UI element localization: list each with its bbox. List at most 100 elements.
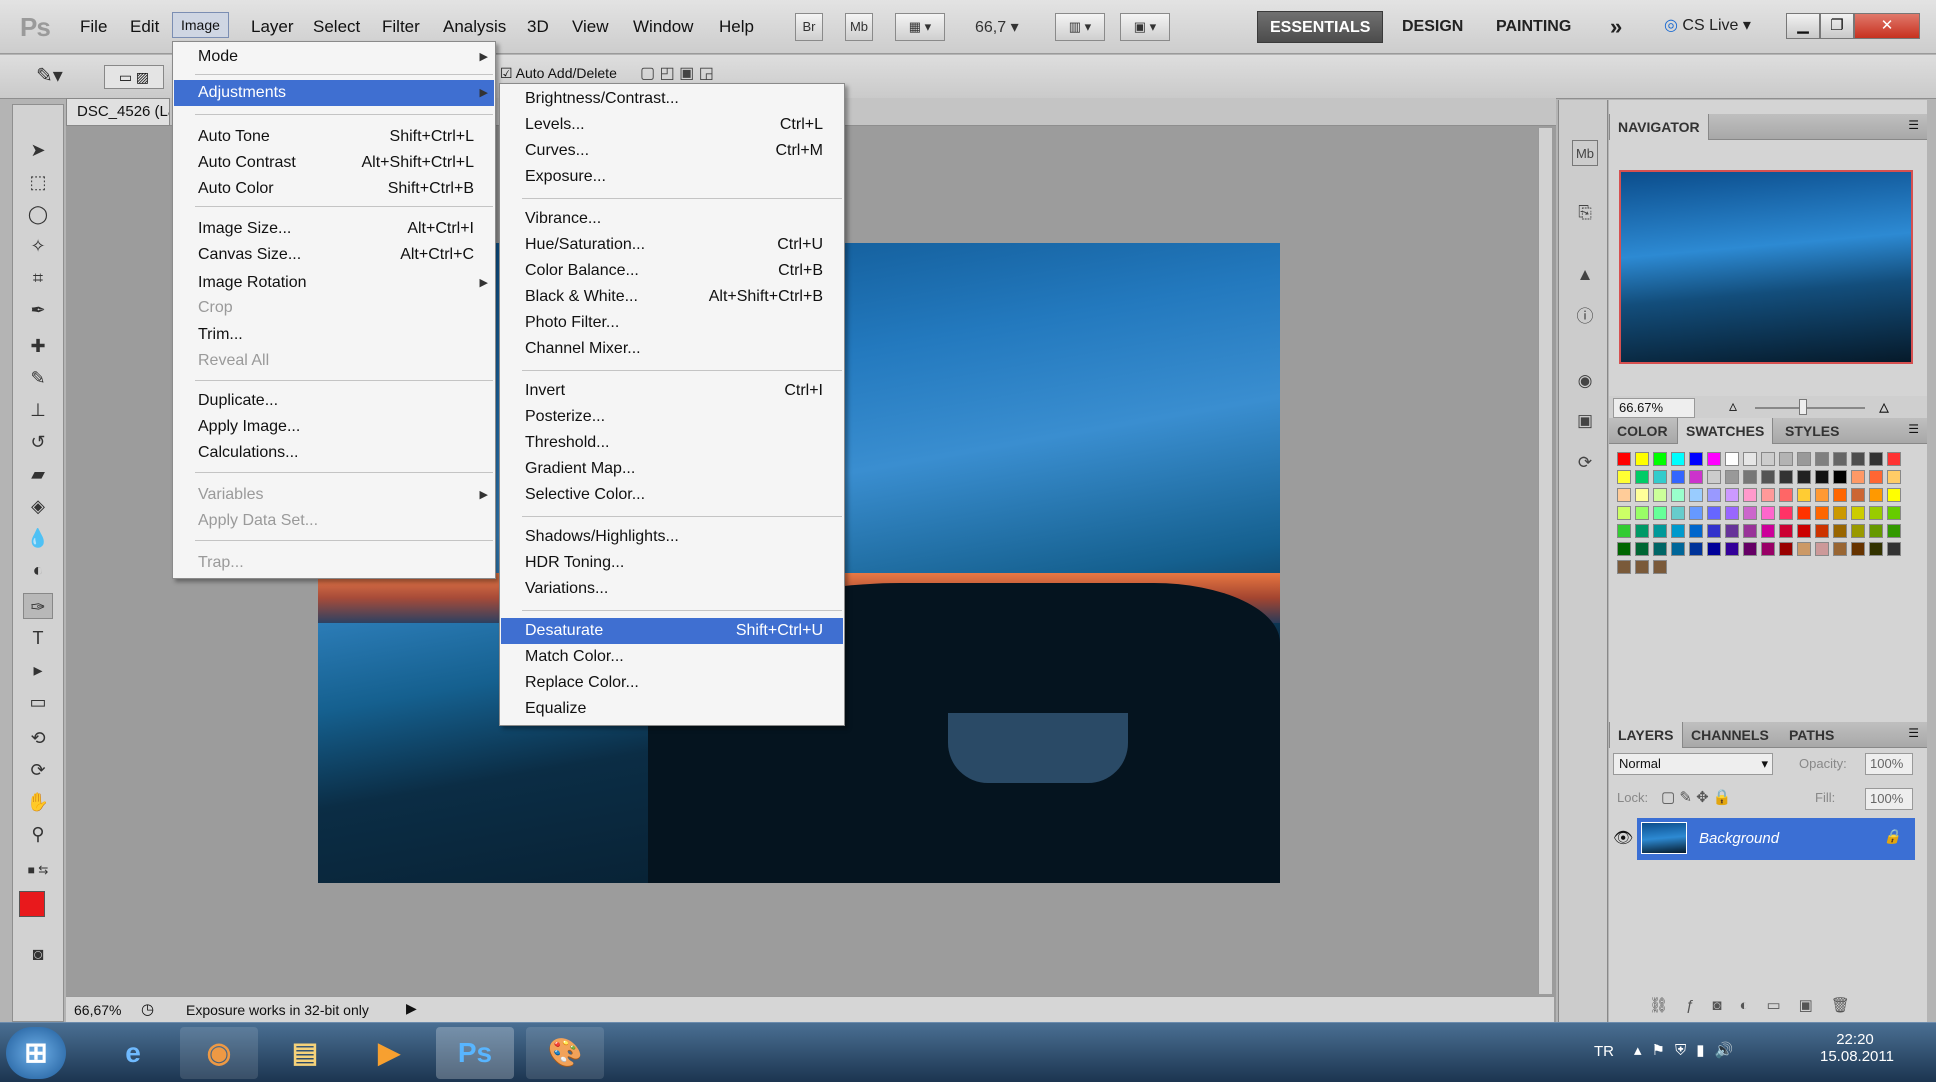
menu-item-canvas-size[interactable]: Canvas Size... Alt+Ctrl+C bbox=[174, 242, 494, 268]
healing-brush-tool-icon[interactable]: ✚ bbox=[23, 333, 53, 359]
swatch[interactable] bbox=[1635, 488, 1649, 502]
swatch[interactable] bbox=[1851, 452, 1865, 466]
swatch[interactable] bbox=[1833, 542, 1847, 556]
swatch[interactable] bbox=[1635, 542, 1649, 556]
menu-filter[interactable]: Filter bbox=[382, 17, 420, 37]
menu-item-photo-filter[interactable]: Photo Filter... bbox=[501, 310, 843, 336]
layer-row-background[interactable]: Background 🔒 bbox=[1637, 818, 1915, 860]
swatch[interactable] bbox=[1761, 542, 1775, 556]
screen-mode-icon[interactable]: ▣ ▾ bbox=[1120, 13, 1170, 41]
clone-stamp-tool-icon[interactable]: ⊥ bbox=[23, 397, 53, 423]
swatch[interactable] bbox=[1743, 470, 1757, 484]
swatch[interactable] bbox=[1779, 452, 1793, 466]
swatch[interactable] bbox=[1635, 506, 1649, 520]
zoom-slider-track[interactable] bbox=[1755, 407, 1865, 409]
swatch[interactable] bbox=[1815, 470, 1829, 484]
dodge-tool-icon[interactable]: ◐ bbox=[23, 557, 53, 583]
menu-item-channel-mixer[interactable]: Channel Mixer... bbox=[501, 336, 843, 362]
move-tool-icon[interactable]: ➤ bbox=[23, 137, 53, 163]
swatch[interactable] bbox=[1833, 452, 1847, 466]
menu-item-exposure[interactable]: Exposure... bbox=[501, 164, 843, 190]
swatch[interactable] bbox=[1671, 524, 1685, 538]
swatch[interactable] bbox=[1761, 524, 1775, 538]
swatch[interactable] bbox=[1725, 488, 1739, 502]
menu-edit[interactable]: Edit bbox=[130, 17, 159, 37]
swatch[interactable] bbox=[1707, 488, 1721, 502]
menu-help[interactable]: Help bbox=[719, 17, 754, 37]
menu-select[interactable]: Select bbox=[313, 17, 360, 37]
quick-mask-icon[interactable]: ◙ bbox=[23, 941, 53, 967]
menu-item-mode[interactable]: Mode ▶ bbox=[174, 44, 494, 70]
path-mode-icons[interactable]: ▭ ▨ bbox=[104, 65, 164, 89]
workspace-essentials[interactable]: ESSENTIALS bbox=[1257, 11, 1384, 43]
arrange-documents-icon[interactable]: ▥ ▾ bbox=[1055, 13, 1105, 41]
swatch[interactable] bbox=[1887, 488, 1901, 502]
type-tool-icon[interactable]: T bbox=[23, 625, 53, 651]
swatch[interactable] bbox=[1743, 452, 1757, 466]
menu-item-variations[interactable]: Variations... bbox=[501, 576, 843, 602]
swatch[interactable] bbox=[1887, 452, 1901, 466]
swatch[interactable] bbox=[1887, 470, 1901, 484]
swatch[interactable] bbox=[1707, 470, 1721, 484]
swatch[interactable] bbox=[1869, 452, 1883, 466]
menu-item-equalize[interactable]: Equalize bbox=[501, 696, 843, 722]
swatch[interactable] bbox=[1689, 452, 1703, 466]
menu-item-duplicate[interactable]: Duplicate... bbox=[174, 388, 494, 414]
menu-item-auto-color[interactable]: Auto Color Shift+Ctrl+B bbox=[174, 176, 494, 202]
file-explorer-icon[interactable]: ▤ bbox=[266, 1027, 344, 1079]
swatch[interactable] bbox=[1761, 470, 1775, 484]
swatch[interactable] bbox=[1671, 470, 1685, 484]
lasso-tool-icon[interactable]: ◯ bbox=[23, 201, 53, 227]
zoom-level-select[interactable]: 66,7 ▾ bbox=[975, 17, 1019, 37]
swatch[interactable] bbox=[1671, 452, 1685, 466]
swatch[interactable] bbox=[1653, 470, 1667, 484]
panel-menu-icon[interactable]: ☰ bbox=[1908, 422, 1919, 436]
marquee-tool-icon[interactable]: ⬚ bbox=[23, 169, 53, 195]
swatch[interactable] bbox=[1797, 470, 1811, 484]
menu-item-invert[interactable]: Invert Ctrl+I bbox=[501, 378, 843, 404]
swatch[interactable] bbox=[1797, 542, 1811, 556]
swatch[interactable] bbox=[1815, 488, 1829, 502]
fill-input[interactable]: 100% bbox=[1865, 788, 1913, 810]
menu-item-auto-contrast[interactable]: Auto Contrast Alt+Shift+Ctrl+L bbox=[174, 150, 494, 176]
swatch[interactable] bbox=[1743, 524, 1757, 538]
3d-rotate-tool-icon[interactable]: ⟲ bbox=[23, 725, 53, 751]
swatch[interactable] bbox=[1707, 506, 1721, 520]
chrome-icon[interactable]: ◉ bbox=[180, 1027, 258, 1079]
zoom-slider-handle[interactable] bbox=[1799, 399, 1807, 415]
menu-window[interactable]: Window bbox=[633, 17, 693, 37]
mini-bridge-button[interactable]: Mb bbox=[845, 13, 873, 41]
menu-item-shadows-highlights[interactable]: Shadows/Highlights... bbox=[501, 524, 843, 550]
adjustments-icon[interactable]: ◉ bbox=[1572, 368, 1598, 394]
internet-explorer-icon[interactable]: e bbox=[94, 1027, 172, 1079]
view-extras-icon[interactable]: ▦ ▾ bbox=[895, 13, 945, 41]
menu-layer[interactable]: Layer bbox=[251, 17, 294, 37]
3d-icon[interactable]: ⟳ bbox=[1572, 450, 1598, 476]
swatch[interactable] bbox=[1869, 506, 1883, 520]
swatch[interactable] bbox=[1761, 488, 1775, 502]
cs-live-button[interactable]: ◎ CS Live ▾ bbox=[1664, 15, 1751, 35]
swatch[interactable] bbox=[1833, 488, 1847, 502]
swatch[interactable] bbox=[1617, 542, 1631, 556]
layer-name[interactable]: Background bbox=[1699, 830, 1779, 847]
menu-item-auto-tone[interactable]: Auto Tone Shift+Ctrl+L bbox=[174, 124, 494, 150]
navigator-thumbnail[interactable] bbox=[1619, 170, 1913, 364]
swatch[interactable] bbox=[1833, 524, 1847, 538]
menu-3d[interactable]: 3D bbox=[527, 17, 549, 37]
swatch[interactable] bbox=[1815, 524, 1829, 538]
menu-item-hdr-toning[interactable]: HDR Toning... bbox=[501, 550, 843, 576]
swatch[interactable] bbox=[1725, 470, 1739, 484]
zoom-out-icon[interactable]: ▵ bbox=[1729, 396, 1737, 416]
swatch[interactable] bbox=[1689, 488, 1703, 502]
eraser-tool-icon[interactable]: ▰ bbox=[23, 461, 53, 487]
pen-tool-preset-icon[interactable]: ✎▾ bbox=[36, 63, 63, 88]
foreground-color-swatch[interactable] bbox=[19, 891, 45, 917]
tab-swatches[interactable]: SWATCHES bbox=[1677, 418, 1774, 444]
swatch[interactable] bbox=[1851, 470, 1865, 484]
swatch[interactable] bbox=[1851, 488, 1865, 502]
histogram-icon[interactable]: ▲ bbox=[1572, 262, 1598, 288]
swatch[interactable] bbox=[1797, 488, 1811, 502]
swatch[interactable] bbox=[1797, 524, 1811, 538]
swatch[interactable] bbox=[1743, 488, 1757, 502]
swatch[interactable] bbox=[1653, 452, 1667, 466]
